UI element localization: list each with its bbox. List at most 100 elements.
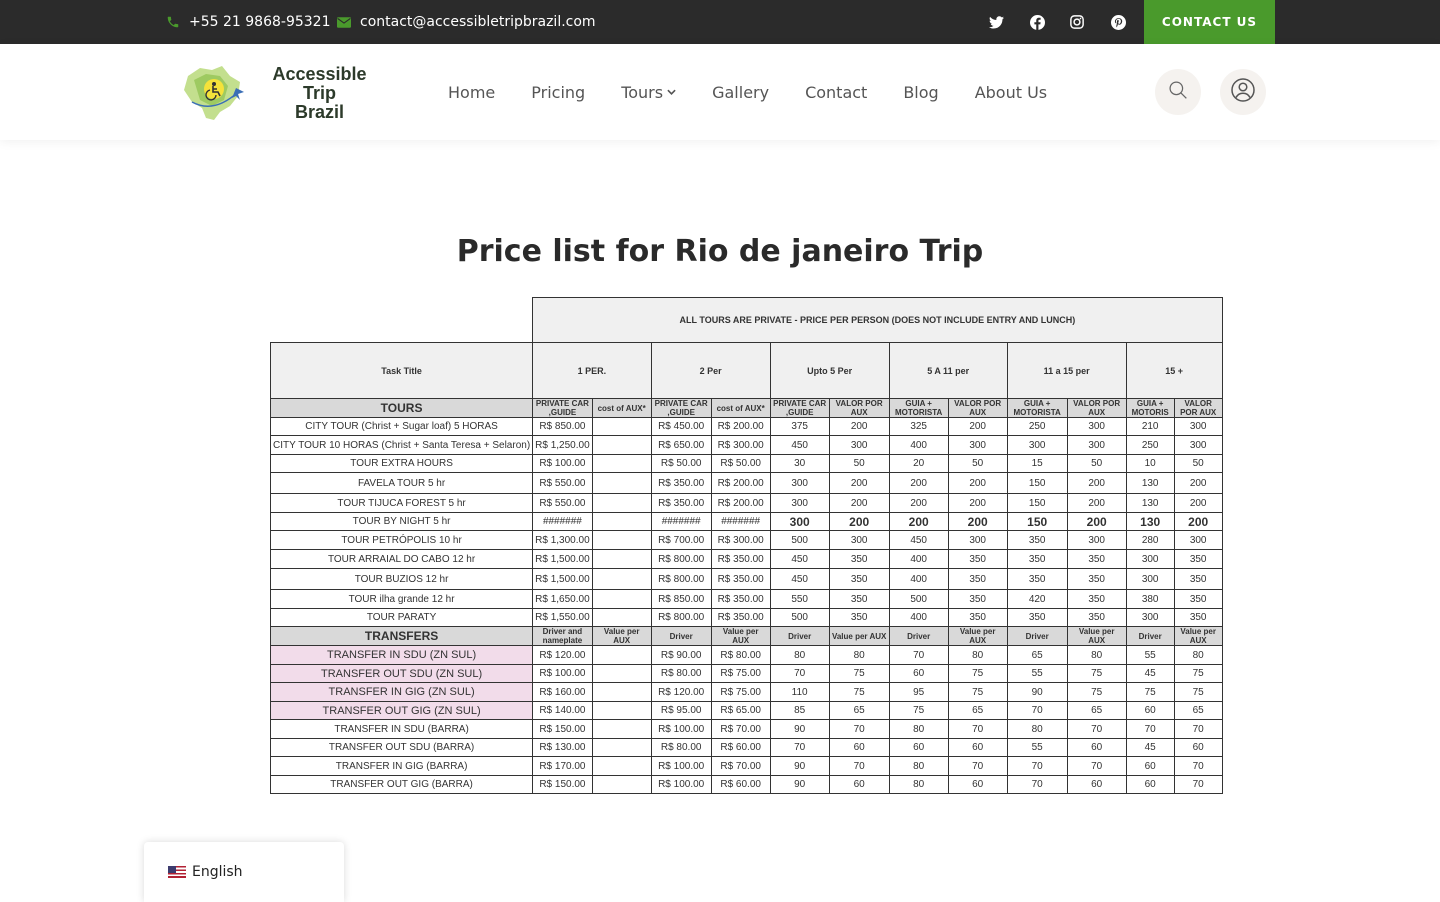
- email-link[interactable]: contact@accessibletripbrazil.com: [336, 0, 596, 44]
- table-cell: R$ 65.00: [710, 701, 771, 720]
- search-button[interactable]: [1155, 69, 1201, 115]
- table-cell: [591, 512, 652, 531]
- row-title: TOUR PARATY: [269, 608, 534, 627]
- phone-icon: [165, 14, 181, 30]
- table-cell: [591, 608, 652, 627]
- nav-contact[interactable]: Contact: [805, 83, 867, 102]
- table-cell: 70: [828, 719, 890, 739]
- table-cell: 75: [1173, 682, 1223, 702]
- table-cell: 65: [1006, 645, 1068, 665]
- nav-pricing[interactable]: Pricing: [531, 83, 585, 102]
- table-cell: 90: [769, 719, 830, 739]
- table-cell: R$ 200.00: [710, 472, 771, 494]
- facebook-icon[interactable]: [1027, 0, 1047, 44]
- table-cell: R$ 300.00: [710, 530, 771, 550]
- phone-link[interactable]: +55 21 9868-95321: [165, 0, 330, 44]
- nav-tours[interactable]: Tours: [621, 83, 676, 102]
- table-cell: 300: [769, 493, 830, 513]
- top-bar: +55 21 9868-95321 contact@accessibletrip…: [0, 0, 1440, 44]
- table-cell: 300: [769, 472, 830, 494]
- row-title: CITY TOUR 10 HORAS (Christ + Santa Teres…: [269, 435, 534, 455]
- table-cell: 95: [888, 682, 949, 702]
- table-cell: 80: [947, 645, 1008, 665]
- row-title: TRANSFER IN SDU (BARRA): [269, 719, 534, 739]
- table-cell: 60: [888, 664, 949, 683]
- table-cell: 350: [1066, 589, 1127, 609]
- table-cell: [591, 682, 652, 702]
- contact-us-button[interactable]: CONTACT US: [1144, 0, 1275, 44]
- table-cell: [591, 738, 652, 757]
- tour-row: TOUR PARATY R$ 1,550.00 R$ 800.00 R$ 350.00…: [269, 608, 1223, 627]
- table-cell: 450: [769, 435, 830, 455]
- column-subheader: Value per AUX: [710, 626, 771, 646]
- group-header: 15 +: [1125, 342, 1223, 399]
- table-cell: 400: [888, 608, 949, 627]
- site-logo[interactable]: Accessible Trip Brazil: [180, 62, 385, 124]
- tours-section-header: TOURS PRIVATE CAR ,GUIDE cost of AUX* PRIVA…: [269, 398, 1223, 418]
- column-subheader: Value per AUX: [1173, 626, 1223, 646]
- table-cell: R$ 130.00: [532, 738, 593, 757]
- table-cell: #######: [710, 512, 771, 531]
- table-cell: 70: [1066, 719, 1127, 739]
- table-cell: 250: [1006, 417, 1068, 436]
- row-title: TOUR PETRÓPOLIS 10 hr: [269, 530, 534, 550]
- column-subheader: Driver: [888, 626, 949, 646]
- twitter-icon[interactable]: [986, 0, 1006, 44]
- table-cell: R$ 800.00: [650, 549, 712, 569]
- table-cell: 350: [1173, 608, 1223, 627]
- table-cell: 500: [888, 589, 949, 609]
- table-cell: R$ 350.00: [710, 568, 771, 590]
- main-nav: Home Pricing Tours Gallery Contact Blog …: [448, 44, 1083, 140]
- table-cell: 60: [1125, 775, 1175, 794]
- table-cell: 200: [828, 417, 890, 436]
- tour-row: TOUR BUZIOS 12 hr R$ 1,500.00 R$ 800.00 R$ …: [269, 568, 1223, 590]
- table-cell: 90: [769, 756, 830, 776]
- table-cell: 350: [1066, 549, 1127, 569]
- table-cell: 150: [1006, 493, 1068, 513]
- row-title: TOUR BUZIOS 12 hr: [269, 568, 534, 590]
- table-cell: 75: [1066, 664, 1127, 683]
- nav-gallery[interactable]: Gallery: [712, 83, 769, 102]
- table-cell: 65: [1173, 701, 1223, 720]
- table-cell: R$ 550.00: [532, 472, 593, 494]
- table-cell: 500: [769, 530, 830, 550]
- table-cell: 90: [769, 775, 830, 794]
- table-cell: R$ 800.00: [650, 608, 712, 627]
- row-title: TOUR TIJUCA FOREST 5 hr: [269, 493, 534, 513]
- table-cell: 70: [1006, 775, 1068, 794]
- table-cell: R$ 75.00: [710, 664, 771, 683]
- table-cell: 350: [828, 589, 890, 609]
- table-cell: R$ 100.00: [650, 719, 712, 739]
- row-title: TOUR ilha grande 12 hr: [269, 589, 534, 609]
- nav-home[interactable]: Home: [448, 83, 495, 102]
- column-subheader: cost of AUX*: [591, 398, 652, 418]
- table-cell: 300: [828, 530, 890, 550]
- table-cell: 70: [1173, 756, 1223, 776]
- table-cell: R$ 60.00: [710, 775, 771, 794]
- table-cell: 400: [888, 549, 949, 569]
- pinterest-icon[interactable]: [1108, 0, 1128, 44]
- account-button[interactable]: [1220, 69, 1266, 115]
- instagram-icon[interactable]: [1067, 0, 1087, 44]
- group-header: 11 a 15 per: [1006, 342, 1127, 399]
- language-switcher[interactable]: English: [144, 842, 344, 902]
- table-cell: 350: [828, 568, 890, 590]
- column-subheader: VALOR POR AUX: [828, 398, 890, 418]
- nav-about[interactable]: About Us: [975, 83, 1047, 102]
- table-cell: 130: [1125, 472, 1175, 494]
- table-cell: R$ 450.00: [650, 417, 712, 436]
- brand-name: Accessible Trip Brazil: [254, 64, 385, 122]
- language-label: English: [192, 864, 243, 880]
- table-cell: R$ 200.00: [710, 493, 771, 513]
- us-flag-icon: [168, 866, 186, 878]
- table-cell: 70: [1006, 701, 1068, 720]
- table-cell: R$ 70.00: [710, 719, 771, 739]
- column-subheader: PRIVATE CAR ,GUIDE: [769, 398, 830, 418]
- nav-blog[interactable]: Blog: [903, 83, 938, 102]
- table-cell: 350: [1173, 549, 1223, 569]
- row-title: TRANSFER OUT GIG (BARRA): [269, 775, 534, 794]
- table-cell: R$ 350.00: [710, 549, 771, 569]
- table-cell: 45: [1125, 738, 1175, 757]
- tour-row: TOUR ARRAIAL DO CABO 12 hr R$ 1,500.00 R$ …: [269, 549, 1223, 569]
- table-main-header-row: ALL TOURS ARE PRIVATE - PRICE PER PERSON…: [271, 297, 1223, 343]
